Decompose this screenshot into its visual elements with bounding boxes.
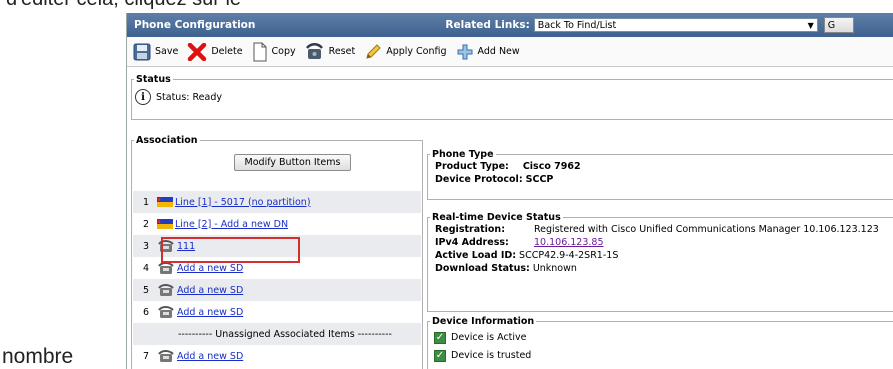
device-protocol-row: Device Protocol: SCCP xyxy=(435,173,893,186)
speed-dial-icon xyxy=(158,306,174,318)
go-button[interactable]: G xyxy=(823,17,854,33)
device-information-legend: Device Information xyxy=(432,316,535,327)
row-number: 5 xyxy=(143,284,150,296)
row-number: 7 xyxy=(143,350,150,362)
registration-value: Registered with Cisco Unified Communicat… xyxy=(534,224,879,235)
title-bar: Phone Configuration Related Links: Back … xyxy=(127,13,893,37)
add-speed-dial-link[interactable]: Add a new SD xyxy=(177,285,243,296)
related-links-value: Back To Find/List xyxy=(537,19,617,31)
row-number: 2 xyxy=(143,218,150,230)
reset-button[interactable]: Reset xyxy=(305,42,356,61)
product-type-value: Cisco 7962 xyxy=(522,161,581,172)
related-links: Related Links: Back To Find/List ▼ G xyxy=(445,17,854,33)
info-icon: i xyxy=(135,89,151,105)
add-new-label: Add New xyxy=(477,46,520,57)
related-links-label: Related Links: xyxy=(445,19,530,31)
save-icon xyxy=(133,43,151,60)
realtime-status-legend: Real-time Device Status xyxy=(432,212,561,223)
device-active-text: Device is Active xyxy=(451,332,527,343)
row-number: 6 xyxy=(143,306,150,318)
delete-label: Delete xyxy=(211,46,243,57)
association-row: 2 Line [2] - Add a new DN xyxy=(133,213,421,235)
device-active-row: ✓ Device is Active xyxy=(434,330,893,345)
registration-row: Registration: Registered with Cisco Unif… xyxy=(435,223,893,236)
association-row: 6 Add a new SD xyxy=(133,301,421,323)
device-trusted-row: ✓ Device is trusted xyxy=(434,348,893,363)
unassigned-text: ---------- Unassigned Associated Items -… xyxy=(178,328,392,340)
overlay-caption-bottom: nombre xyxy=(2,345,74,368)
status-text: Status: Ready xyxy=(156,91,222,103)
phone-configuration-window: Phone Configuration Related Links: Back … xyxy=(126,13,893,369)
delete-x-icon xyxy=(188,42,207,61)
speed-dial-icon xyxy=(158,262,174,274)
row-number: 4 xyxy=(143,262,150,274)
association-row: 7 Add a new SD xyxy=(133,345,421,367)
row-number: 3 xyxy=(143,240,150,252)
download-status-row: Download Status: Unknown xyxy=(435,262,893,275)
apply-config-label: Apply Config xyxy=(386,46,447,57)
overlay-caption-top: d'éditer cela, cliquez sur le xyxy=(6,0,241,11)
modify-button-items-button[interactable]: Modify Button Items xyxy=(234,154,351,171)
ipv4-label: IPv4 Address: xyxy=(435,237,509,248)
copy-icon xyxy=(253,42,267,61)
association-row: 1 Line [1] - 5017 (no partition) xyxy=(133,191,421,213)
device-trusted-text: Device is trusted xyxy=(451,350,532,361)
status-legend: Status xyxy=(136,74,171,85)
delete-button[interactable]: Delete xyxy=(187,42,243,61)
copy-button[interactable]: Copy xyxy=(252,42,296,62)
realtime-status-section: Real-time Device Status Registration: Re… xyxy=(427,212,893,312)
load-id-row: Active Load ID: SCCP42.9-4-2SR1-1S xyxy=(435,249,893,262)
status-section: Status i Status: Ready xyxy=(131,74,893,120)
checkmark-icon: ✓ xyxy=(434,331,446,344)
line-icon xyxy=(157,219,173,229)
speed-dial-icon xyxy=(158,284,174,296)
row-number: 1 xyxy=(143,196,150,208)
association-row: 5 Add a new SD xyxy=(133,279,421,301)
apply-config-button[interactable]: Apply Config xyxy=(364,43,447,61)
load-id-label: Active Load ID: xyxy=(435,250,517,261)
registration-label: Registration: xyxy=(435,224,505,235)
highlight-box xyxy=(161,237,300,263)
save-button[interactable]: Save xyxy=(133,43,178,61)
product-type-label: Product Type: xyxy=(435,161,509,172)
ipv4-address-link[interactable]: 10.106.123.85 xyxy=(534,236,604,249)
status-row: i Status: Ready xyxy=(135,89,893,105)
load-id-value: SCCP42.9-4-2SR1-1S xyxy=(519,250,619,261)
line-1-link[interactable]: Line [1] - 5017 (no partition) xyxy=(175,197,311,208)
device-protocol-value: SCCP xyxy=(525,174,554,185)
reset-phone-icon xyxy=(305,42,323,59)
related-links-select[interactable]: Back To Find/List ▼ xyxy=(533,18,818,32)
add-new-button[interactable]: Add New xyxy=(456,43,520,61)
add-speed-dial-link[interactable]: Add a new SD xyxy=(177,263,243,274)
unassigned-divider: ---------- Unassigned Associated Items -… xyxy=(133,323,421,345)
line-2-link[interactable]: Line [2] - Add a new DN xyxy=(175,219,288,230)
chevron-down-icon: ▼ xyxy=(807,21,814,30)
toolbar: Save Delete Copy Reset Apply Config Add … xyxy=(127,37,893,67)
download-status-label: Download Status: xyxy=(435,263,530,274)
save-label: Save xyxy=(155,46,179,57)
association-list: 1 Line [1] - 5017 (no partition) 2 Line … xyxy=(133,191,421,367)
speed-dial-icon xyxy=(158,350,174,362)
add-speed-dial-link[interactable]: Add a new SD xyxy=(177,307,243,318)
product-type-row: Product Type: Cisco 7962 xyxy=(435,160,893,173)
download-status-value: Unknown xyxy=(532,263,577,274)
device-protocol-label: Device Protocol: xyxy=(435,174,523,185)
checkmark-icon: ✓ xyxy=(434,349,446,362)
line-icon xyxy=(157,197,173,207)
add-speed-dial-link[interactable]: Add a new SD xyxy=(177,351,243,362)
phone-type-section: Phone Type Product Type: Cisco 7962 Devi… xyxy=(427,149,893,200)
pencil-icon xyxy=(366,43,381,59)
copy-label: Copy xyxy=(271,46,296,57)
association-legend: Association xyxy=(136,135,198,146)
ipv4-row: IPv4 Address: 10.106.123.85 xyxy=(435,236,893,249)
phone-type-legend: Phone Type xyxy=(432,149,494,160)
page-title: Phone Configuration xyxy=(134,19,256,31)
reset-label: Reset xyxy=(328,46,356,57)
device-information-section: Device Information ✓ Device is Active ✓ … xyxy=(427,316,893,369)
add-plus-icon xyxy=(457,44,473,59)
